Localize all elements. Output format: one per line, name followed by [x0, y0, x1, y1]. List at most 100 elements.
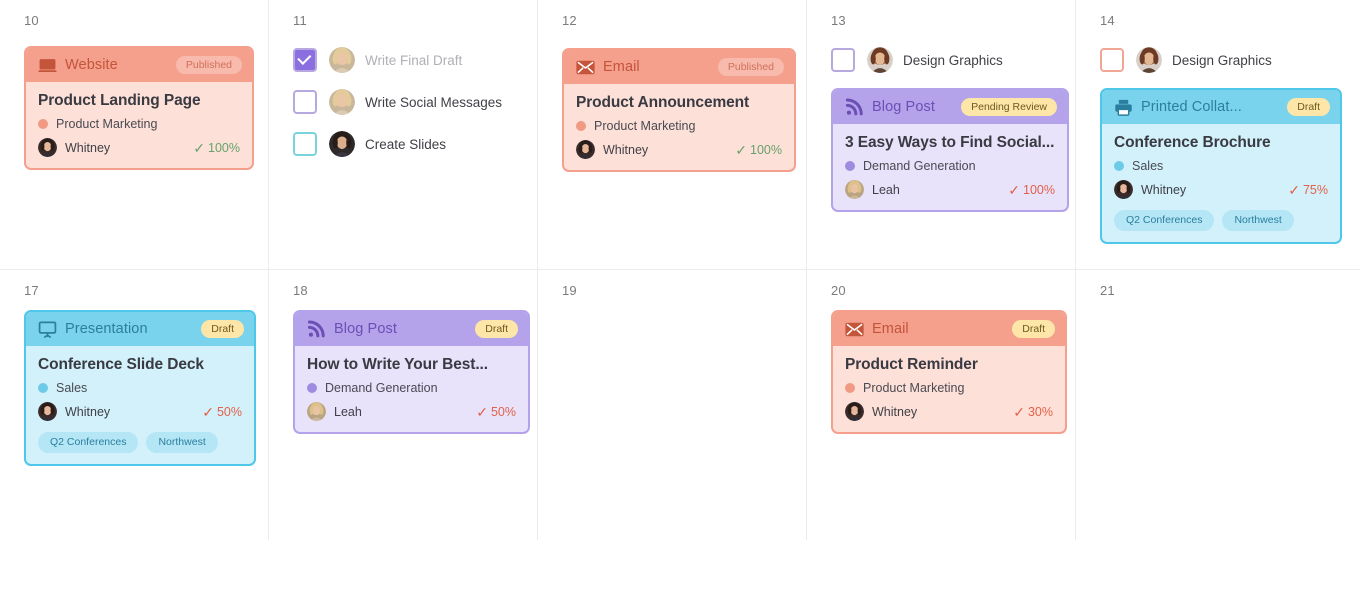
card-footer: Whitney✓50%	[38, 402, 242, 421]
card-campaign: Sales	[1114, 159, 1328, 173]
calendar-day-cell[interactable]: 11 Write Final Draft Write Social Messag…	[269, 0, 538, 270]
content-card[interactable]: WebsitePublishedProduct Landing PageProd…	[24, 46, 254, 170]
assignee-name: Whitney	[65, 405, 110, 419]
task-checkbox[interactable]	[293, 90, 317, 114]
card-footer: Whitney✓100%	[576, 140, 782, 159]
avatar	[307, 402, 326, 421]
printer-icon	[1114, 98, 1133, 117]
card-title: Conference Brochure	[1114, 134, 1328, 152]
tag-pill[interactable]: Northwest	[1222, 210, 1293, 231]
task-row[interactable]: Write Social Messages	[293, 81, 537, 123]
day-number: 14	[1076, 0, 1360, 27]
card-title: Conference Slide Deck	[38, 356, 242, 374]
campaign-name: Product Marketing	[863, 381, 964, 395]
assignee-name: Leah	[334, 405, 362, 419]
card-campaign: Sales	[38, 381, 242, 395]
task-row[interactable]: Design Graphics	[1100, 39, 1360, 81]
task-label: Create Slides	[365, 137, 446, 152]
task-label: Design Graphics	[903, 53, 1003, 68]
campaign-name: Product Marketing	[56, 117, 157, 131]
task-checkbox[interactable]	[1100, 48, 1124, 72]
task-row[interactable]: Design Graphics	[831, 39, 1075, 81]
calendar-day-cell[interactable]: 12 EmailPublished Product Announcement Pro…	[538, 0, 807, 270]
assignee-name: Leah	[872, 183, 900, 197]
task-checkbox[interactable]	[831, 48, 855, 72]
calendar-day-cell[interactable]: 17 PresentationDraftConference Slide Dec…	[0, 270, 269, 540]
progress-indicator: ✓100%	[735, 143, 782, 157]
progress-value: 100%	[208, 141, 240, 155]
card-body: Conference Slide Deck Sales Whitney✓50% Q2…	[26, 346, 254, 464]
card-body: Product Reminder Product Marketing Whitne…	[833, 346, 1065, 432]
progress-indicator: ✓50%	[476, 405, 516, 419]
task-checkbox[interactable]	[293, 48, 317, 72]
day-number: 11	[269, 0, 537, 27]
progress-indicator: ✓30%	[1013, 405, 1053, 419]
task-list: Write Final Draft Write Social Messages …	[269, 27, 537, 165]
day-number: 19	[538, 270, 806, 297]
calendar-day-cell[interactable]: 19	[538, 270, 807, 540]
task-row[interactable]: Write Final Draft	[293, 39, 537, 81]
progress-value: 30%	[1028, 405, 1053, 419]
status-badge: Pending Review	[961, 98, 1057, 117]
progress-indicator: ✓100%	[1008, 183, 1055, 197]
progress-value: 50%	[217, 405, 242, 419]
task-checkbox[interactable]	[293, 132, 317, 156]
calendar-day-cell[interactable]: 20 Email Draft Product Reminder Product Mar…	[807, 270, 1076, 540]
content-card[interactable]: Printed Collat...DraftConference Brochur…	[1100, 88, 1342, 244]
card-title: How to Write Your Best...	[307, 356, 516, 374]
content-card[interactable]: EmailPublished Product Announcement Produc…	[562, 48, 796, 172]
day-number: 18	[269, 270, 537, 297]
status-badge: Draft	[1012, 320, 1055, 339]
assignee-name: Whitney	[1141, 183, 1186, 197]
card-footer: Whitney✓30%	[845, 402, 1053, 421]
calendar-day-cell[interactable]: 10 WebsitePublishedProduct Landing PageP…	[0, 0, 269, 270]
card-campaign: Demand Generation	[845, 159, 1055, 173]
tag-row: Q2 Conferences Northwest	[38, 432, 242, 453]
progress-indicator: ✓75%	[1288, 183, 1328, 197]
content-card[interactable]: PresentationDraftConference Slide DeckSa…	[24, 310, 256, 466]
card-body: Product Landing PageProduct Marketing Wh…	[26, 82, 252, 168]
check-icon: ✓	[476, 405, 488, 419]
calendar-day-cell[interactable]: 14 Design Graphics Printed Collat...Draf…	[1076, 0, 1360, 270]
campaign-color-dot	[38, 119, 48, 129]
task-row[interactable]: Create Slides	[293, 123, 537, 165]
calendar-day-cell[interactable]: 13 Design Graphics Blog PostPending Revi…	[807, 0, 1076, 270]
progress-value: 100%	[750, 143, 782, 157]
card-footer: Leah ✓50%	[307, 402, 516, 421]
campaign-name: Demand Generation	[325, 381, 438, 395]
calendar-day-cell[interactable]: 18 Blog PostDraftHow to Write Your Best.…	[269, 270, 538, 540]
content-card[interactable]: Email Draft Product Reminder Product Market…	[831, 310, 1067, 434]
progress-value: 75%	[1303, 183, 1328, 197]
avatar	[1114, 180, 1133, 199]
tag-pill[interactable]: Q2 Conferences	[38, 432, 138, 453]
avatar	[867, 47, 893, 73]
calendar-day-cell[interactable]: 21	[1076, 270, 1360, 540]
card-header: EmailPublished	[564, 50, 794, 84]
day-number: 12	[538, 0, 806, 27]
card-header: Blog PostPending Review	[833, 90, 1067, 124]
content-card[interactable]: Blog PostPending Review3 Easy Ways to Fi…	[831, 88, 1069, 212]
card-type-label: Presentation	[65, 321, 148, 337]
status-badge: Published	[176, 56, 242, 75]
envelope-icon	[845, 320, 864, 339]
day-number: 13	[807, 0, 1075, 27]
card-title: Product Announcement	[576, 94, 782, 112]
content-card[interactable]: Blog PostDraftHow to Write Your Best...D…	[293, 310, 530, 434]
campaign-color-dot	[38, 383, 48, 393]
tag-pill[interactable]: Q2 Conferences	[1114, 210, 1214, 231]
card-type-label: Email	[872, 321, 909, 337]
progress-indicator: ✓100%	[193, 141, 240, 155]
task-label: Design Graphics	[1172, 53, 1272, 68]
card-title: Product Reminder	[845, 356, 1053, 374]
campaign-color-dot	[845, 161, 855, 171]
campaign-name: Sales	[56, 381, 87, 395]
day-number: 20	[807, 270, 1075, 297]
card-header: Email Draft	[833, 312, 1065, 346]
tag-pill[interactable]: Northwest	[146, 432, 217, 453]
card-campaign: Demand Generation	[307, 381, 516, 395]
avatar	[1136, 47, 1162, 73]
campaign-name: Sales	[1132, 159, 1163, 173]
card-campaign: Product Marketing	[845, 381, 1053, 395]
check-icon: ✓	[193, 141, 205, 155]
card-campaign: Product Marketing	[576, 119, 782, 133]
